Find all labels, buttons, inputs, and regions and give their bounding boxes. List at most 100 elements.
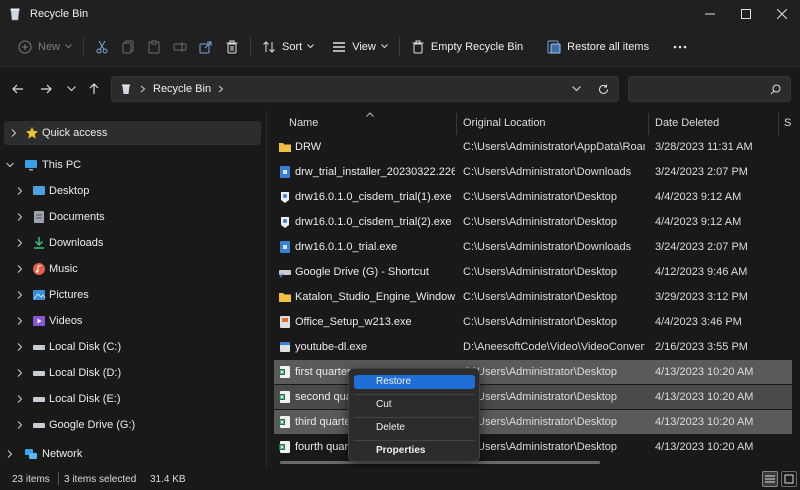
tiles-view-button[interactable] bbox=[781, 471, 797, 487]
column-header-original-location[interactable]: Original Location bbox=[463, 117, 546, 129]
chevron-right-icon[interactable] bbox=[9, 128, 19, 138]
empty-recycle-bin-label: Empty Recycle Bin bbox=[430, 40, 524, 53]
view-icon bbox=[333, 41, 346, 52]
copy-button[interactable] bbox=[115, 32, 141, 62]
restore-all-button[interactable]: Restore all items bbox=[541, 32, 655, 62]
paste-icon bbox=[148, 40, 160, 53]
empty-recycle-bin-button[interactable]: Empty Recycle Bin bbox=[405, 32, 529, 62]
pc-icon bbox=[25, 160, 37, 171]
share-button[interactable] bbox=[193, 32, 219, 62]
file-row[interactable]: Katalon_Studio_Engine_Windows_6... C:\Us… bbox=[274, 285, 792, 309]
chevron-right-icon[interactable] bbox=[15, 238, 25, 248]
selection-count: 3 items selected bbox=[64, 474, 137, 485]
sidebar-item-label: Local Disk (C:) bbox=[49, 341, 122, 353]
chevron-right-icon[interactable] bbox=[15, 290, 25, 300]
menu-item-cut[interactable]: Cut bbox=[354, 398, 475, 412]
maximize-button[interactable] bbox=[728, 0, 764, 27]
file-row[interactable]: drw16.0.1.0_cisdem_trial(1).exe C:\Users… bbox=[274, 185, 792, 209]
pane-divider[interactable] bbox=[266, 111, 267, 468]
column-header-size[interactable]: S bbox=[784, 117, 791, 129]
excel-icon bbox=[279, 366, 290, 378]
file-name: drw_trial_installer_20230322.226.exe bbox=[295, 166, 455, 178]
details-view-icon bbox=[765, 475, 775, 483]
recycle-bin-icon bbox=[122, 84, 130, 94]
file-row[interactable]: DRW C:\Users\Administrator\AppData\Roami… bbox=[274, 135, 792, 159]
chevron-right-icon[interactable] bbox=[15, 264, 25, 274]
column-header-date-deleted[interactable]: Date Deleted bbox=[655, 117, 719, 129]
column-header-name[interactable]: Name bbox=[289, 117, 318, 129]
window-title: Recycle Bin bbox=[30, 7, 89, 20]
sidebar-item-videos[interactable]: Videos bbox=[0, 309, 262, 333]
app-exe-icon bbox=[281, 192, 289, 203]
sidebar-item-local-disk-d[interactable]: Local Disk (D:) bbox=[0, 361, 262, 385]
chevron-right-icon[interactable] bbox=[5, 449, 15, 459]
sidebar-item-pictures[interactable]: Pictures bbox=[0, 283, 262, 307]
chevron-right-icon[interactable] bbox=[15, 186, 25, 196]
refresh-icon[interactable] bbox=[598, 84, 609, 95]
delete-icon bbox=[226, 40, 238, 53]
sidebar-item-downloads[interactable]: Downloads bbox=[0, 231, 262, 255]
chevron-down-icon[interactable] bbox=[572, 86, 581, 92]
file-location: C:\Users\Administrator\Downloads bbox=[463, 166, 632, 178]
menu-item-properties[interactable]: Properties bbox=[354, 444, 475, 458]
file-date-deleted: 3/24/2023 2:07 PM bbox=[655, 241, 748, 253]
close-button[interactable] bbox=[764, 0, 800, 27]
chevron-right-icon[interactable] bbox=[15, 394, 25, 404]
breadcrumb[interactable]: Recycle Bin bbox=[153, 83, 211, 95]
sidebar-item-this-pc[interactable]: This PC bbox=[0, 153, 262, 177]
chevron-down-icon bbox=[65, 44, 72, 49]
file-row[interactable]: drw_trial_installer_20230322.226.exe C:\… bbox=[274, 160, 792, 184]
sidebar-item-label: Videos bbox=[49, 315, 83, 327]
sidebar-item-local-disk-e[interactable]: Local Disk (E:) bbox=[0, 387, 262, 411]
file-location: D:\AneesoftCode\Video\VideoConverter... bbox=[463, 341, 645, 353]
new-label: New bbox=[38, 40, 61, 53]
column-divider[interactable] bbox=[648, 113, 649, 135]
cut-button[interactable] bbox=[89, 32, 115, 62]
file-date-deleted: 3/28/2023 11:31 AM bbox=[655, 141, 753, 153]
column-divider[interactable] bbox=[778, 113, 779, 135]
file-date-deleted: 4/4/2023 3:46 PM bbox=[655, 316, 742, 328]
file-row[interactable]: Office_Setup_w213.exe C:\Users\Administr… bbox=[274, 310, 792, 334]
file-row[interactable]: youtube-dl.exe D:\AneesoftCode\Video\Vid… bbox=[274, 335, 792, 359]
sidebar-item-network[interactable]: Network bbox=[0, 442, 262, 466]
sidebar-item-quick-access[interactable]: Quick access bbox=[4, 121, 261, 145]
view-button[interactable]: View bbox=[326, 32, 394, 62]
search-input[interactable] bbox=[628, 76, 791, 102]
rename-button[interactable] bbox=[167, 32, 193, 62]
paste-button[interactable] bbox=[141, 32, 167, 62]
chevron-right-icon[interactable] bbox=[15, 342, 25, 352]
sidebar-item-music[interactable]: Music bbox=[0, 257, 262, 281]
chevron-right-icon[interactable] bbox=[15, 420, 25, 430]
selection-size: 31.4 KB bbox=[150, 474, 186, 485]
file-date-deleted: 4/13/2023 10:20 AM bbox=[655, 441, 754, 453]
up-button[interactable] bbox=[81, 76, 107, 102]
new-button[interactable]: New bbox=[12, 32, 78, 62]
chevron-down-icon[interactable] bbox=[5, 160, 15, 170]
menu-item-restore[interactable]: Restore bbox=[354, 375, 475, 389]
toolbar-separator bbox=[398, 36, 400, 57]
minimize-button[interactable] bbox=[692, 0, 728, 27]
menu-item-delete[interactable]: Delete bbox=[354, 421, 475, 435]
more-options-button[interactable] bbox=[667, 32, 693, 62]
menu-item-label: Restore bbox=[376, 376, 412, 387]
chevron-right-icon[interactable] bbox=[15, 212, 25, 222]
sort-ascending-icon bbox=[366, 112, 374, 117]
file-row[interactable]: Google Drive (G) - Shortcut C:\Users\Adm… bbox=[274, 260, 792, 284]
column-divider[interactable] bbox=[456, 113, 457, 135]
chevron-right-icon[interactable] bbox=[15, 368, 25, 378]
sidebar-item-desktop[interactable]: Desktop bbox=[0, 179, 262, 203]
sidebar-item-documents[interactable]: Documents bbox=[0, 205, 262, 229]
forward-button[interactable] bbox=[33, 76, 59, 102]
file-row[interactable]: drw16.0.1.0_cisdem_trial(2).exe C:\Users… bbox=[274, 210, 792, 234]
details-view-button[interactable] bbox=[762, 471, 778, 487]
sort-button[interactable]: Sort bbox=[256, 32, 320, 62]
file-row[interactable]: drw16.0.1.0_trial.exe C:\Users\Administr… bbox=[274, 235, 792, 259]
delete-button[interactable] bbox=[219, 32, 245, 62]
address-bar[interactable]: Recycle Bin bbox=[111, 76, 619, 102]
sidebar-item-local-disk-c[interactable]: Local Disk (C:) bbox=[0, 335, 262, 359]
sidebar-item-google-drive[interactable]: Google Drive (G:) bbox=[0, 413, 262, 437]
chevron-right-icon[interactable] bbox=[15, 316, 25, 326]
delete-icon bbox=[412, 40, 424, 53]
back-button[interactable] bbox=[5, 76, 31, 102]
maximize-icon bbox=[741, 8, 751, 19]
